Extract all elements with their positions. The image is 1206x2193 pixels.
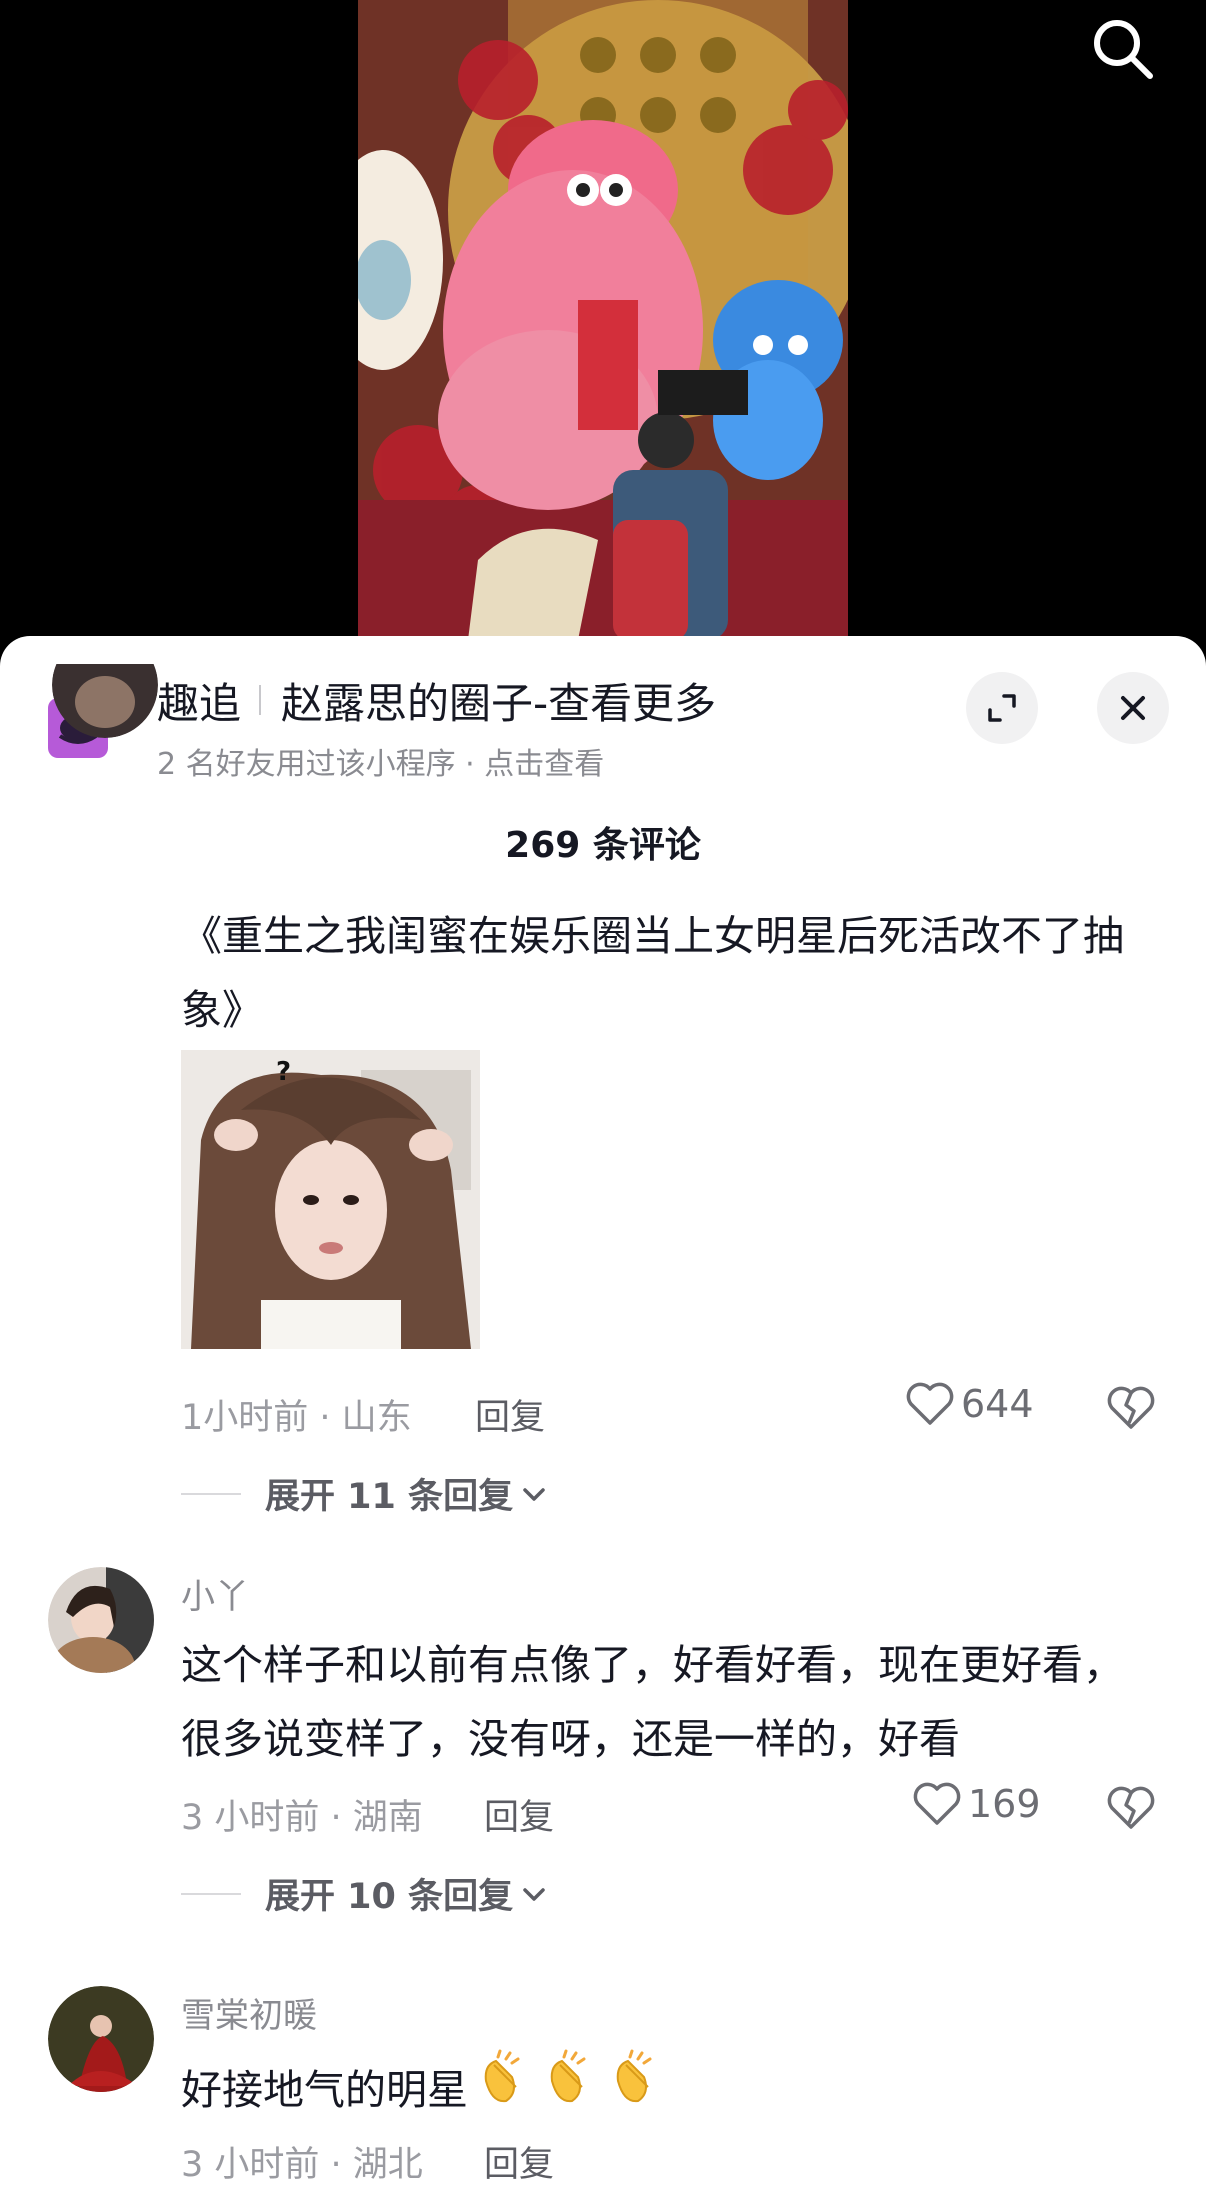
comment-username[interactable]: 小丫 — [181, 1569, 249, 1618]
heart-icon — [906, 1382, 954, 1425]
comments-sheet: 趣追 赵露思的圈子-查看更多 2 名好友用过该小程序 · 点击查看 269 条评… — [0, 636, 1206, 2193]
avatar-image — [48, 1986, 154, 2092]
like-count: 169 — [968, 1782, 1041, 1826]
miniprogram-title-row[interactable]: 趣追 赵露思的圈子-查看更多 — [157, 672, 716, 728]
comment-avatar[interactable] — [52, 664, 158, 738]
close-button[interactable] — [1097, 672, 1169, 744]
avatar-image — [48, 1567, 154, 1673]
chevron-down-icon — [523, 1887, 545, 1901]
comment-time-location: 3 小时前 · 湖南 — [181, 1798, 423, 1838]
miniprogram-title: 赵露思的圈子-查看更多 — [281, 678, 717, 728]
expand-replies-label: 展开 11 条回复 — [265, 1477, 514, 1517]
video-frame[interactable] — [358, 0, 848, 640]
broken-heart-icon — [1107, 1786, 1155, 1829]
title-divider — [259, 685, 262, 715]
expand-replies-label: 展开 10 条回复 — [265, 1877, 514, 1917]
expand-icon — [988, 694, 1016, 722]
comment-count: 269 条评论 — [505, 825, 701, 866]
like-button[interactable]: 644 — [905, 1381, 1034, 1427]
like-button[interactable]: 169 — [912, 1781, 1041, 1827]
reply-button[interactable]: 回复 — [484, 2136, 554, 2187]
comment-avatar[interactable] — [48, 1986, 154, 2092]
comment-image[interactable]: ? — [181, 1050, 480, 1349]
expand-replies-button[interactable]: 展开 11 条回复 — [181, 1468, 549, 1519]
clapping-hands-emoji — [604, 2047, 666, 2132]
miniprogram-subtitle[interactable]: 2 名好友用过该小程序 · 点击查看 — [157, 739, 604, 783]
reply-button[interactable]: 回复 — [475, 1389, 545, 1440]
comment-photo: ? — [181, 1050, 480, 1349]
comment-text-row: 好接地气的明星 — [181, 2047, 1161, 2132]
heart-icon — [913, 1782, 961, 1825]
close-icon — [1121, 696, 1145, 720]
svg-text:?: ? — [276, 1057, 291, 1087]
comment-avatar[interactable] — [48, 1567, 154, 1673]
avatar-image — [52, 664, 158, 738]
comment-time-location: 3 小时前 · 湖北 — [181, 2145, 423, 2185]
comment-time-location: 1小时前 · 山东 — [181, 1398, 412, 1438]
expand-button[interactable] — [966, 672, 1038, 744]
like-count: 644 — [961, 1382, 1034, 1426]
search-button[interactable] — [1088, 14, 1158, 84]
reply-button[interactable]: 回复 — [484, 1789, 554, 1840]
dislike-button[interactable] — [1107, 1785, 1155, 1835]
comment-username[interactable]: 雪棠初暖 — [181, 1988, 317, 2037]
dislike-button[interactable] — [1107, 1385, 1155, 1435]
comment-text: 好接地气的明星 — [181, 2065, 468, 2114]
expand-replies-button[interactable]: 展开 10 条回复 — [181, 1868, 549, 1919]
miniprogram-name: 趣追 — [157, 678, 242, 728]
chevron-down-icon — [523, 1487, 545, 1501]
clapping-hands-emoji — [538, 2047, 600, 2132]
expand-line — [181, 1492, 241, 1495]
search-icon — [1094, 20, 1153, 79]
broken-heart-icon — [1107, 1386, 1155, 1429]
video-scene — [358, 0, 848, 640]
comment-text: 这个样子和以前有点像了，好看好看，现在更好看，很多说变样了，没有呀，还是一样的，… — [181, 1641, 1124, 1763]
clapping-hands-emoji — [472, 2047, 534, 2132]
video-player[interactable] — [0, 0, 1206, 660]
comment-text: 《重生之我闺蜜在娱乐圈当上女明星后死活改不了抽象》 — [181, 912, 1124, 1034]
expand-line — [181, 1892, 241, 1895]
